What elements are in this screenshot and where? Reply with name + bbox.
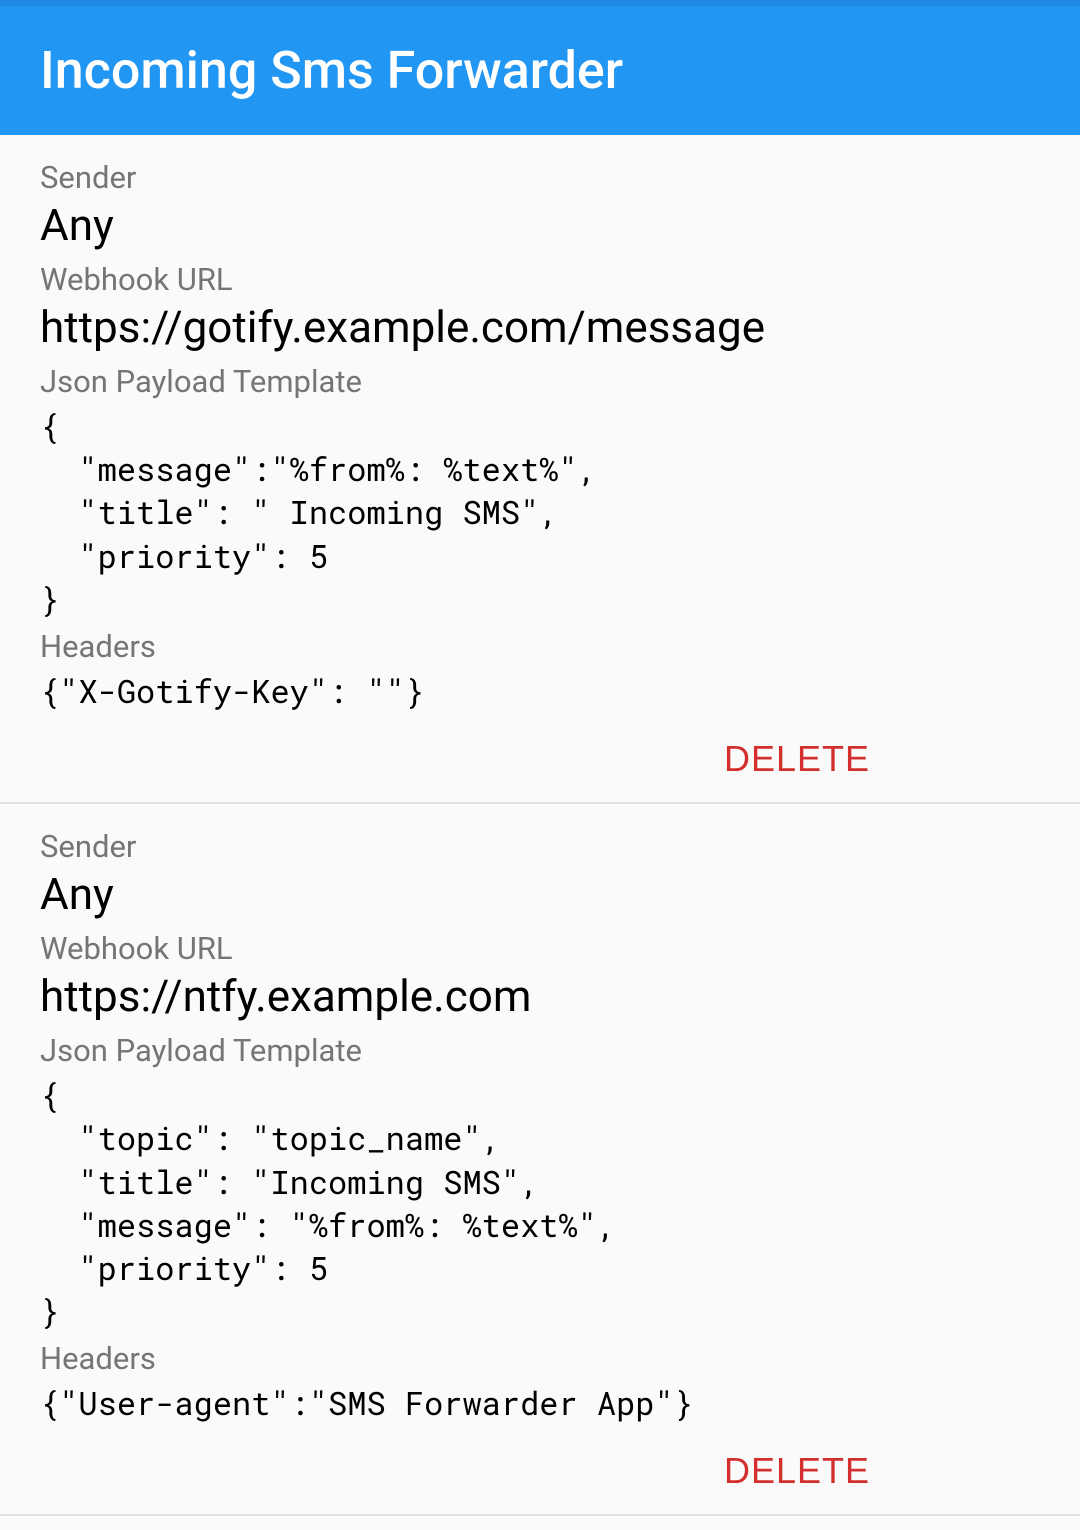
sender-value[interactable]: Any — [40, 867, 1040, 922]
app-bar: Incoming Sms Forwarder — [0, 0, 1080, 135]
app-title: Incoming Sms Forwarder — [40, 40, 623, 101]
headers-value[interactable]: {"User-agent":"SMS Forwarder App"} — [40, 1381, 1040, 1424]
delete-button[interactable]: DELETE — [714, 1444, 880, 1498]
delete-button[interactable]: DELETE — [714, 732, 880, 786]
sender-value[interactable]: Any — [40, 198, 1040, 253]
sender-label: Sender — [40, 828, 1040, 865]
action-row: DELETE — [40, 732, 1040, 786]
sender-label: Sender — [40, 159, 1040, 196]
json-payload-value[interactable]: { "topic": "topic_name", "title": "Incom… — [40, 1073, 1040, 1332]
forwarder-entry: Sender Any Webhook URL https://ntfy.exam… — [0, 804, 1080, 1516]
headers-value[interactable]: {"X-Gotify-Key": ""} — [40, 669, 1040, 712]
forwarder-entry: Sender Any Webhook URL https://gotify.ex… — [0, 135, 1080, 804]
json-payload-value[interactable]: { "message":"%from%: %text%", "title": "… — [40, 404, 1040, 620]
json-payload-label: Json Payload Template — [40, 363, 1040, 400]
webhook-url-label: Webhook URL — [40, 930, 1040, 967]
json-payload-label: Json Payload Template — [40, 1032, 1040, 1069]
webhook-url-value[interactable]: https://ntfy.example.com — [40, 969, 1040, 1024]
webhook-url-value[interactable]: https://gotify.example.com/message — [40, 300, 1040, 355]
headers-label: Headers — [40, 628, 1040, 665]
action-row: DELETE — [40, 1444, 1040, 1498]
webhook-url-label: Webhook URL — [40, 261, 1040, 298]
headers-label: Headers — [40, 1340, 1040, 1377]
